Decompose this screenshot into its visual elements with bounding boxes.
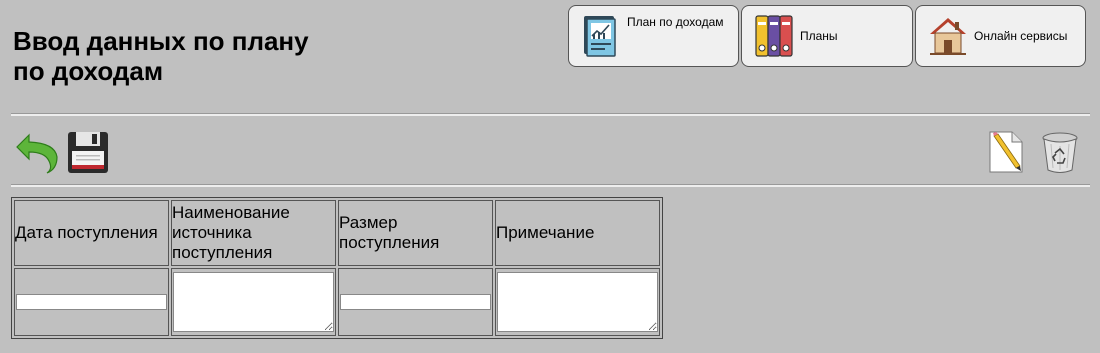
- cell-source: [171, 268, 336, 336]
- floppy-disk-icon[interactable]: [67, 131, 109, 174]
- binders-icon: [755, 15, 793, 57]
- report-chart-icon: [584, 16, 616, 57]
- income-plan-button[interactable]: План по доходам: [568, 5, 739, 67]
- house-icon: [930, 18, 966, 55]
- page-title: Ввод данных по плану по доходам: [13, 26, 309, 86]
- source-name-textarea[interactable]: [173, 272, 334, 332]
- edit-document-icon[interactable]: [986, 130, 1026, 174]
- date-input[interactable]: [16, 294, 167, 310]
- top-divider: [11, 113, 1090, 116]
- recycle-bin-icon[interactable]: [1041, 131, 1079, 174]
- online-services-button[interactable]: Онлайн сервисы: [915, 5, 1086, 67]
- income-data-table: Дата поступления Наименование источника …: [11, 197, 663, 339]
- header-date: Дата поступления: [14, 200, 169, 266]
- cell-amount: [338, 268, 493, 336]
- header-amount: Размер поступления: [338, 200, 493, 266]
- table-header-row: Дата поступления Наименование источника …: [14, 200, 660, 266]
- income-plan-label: План по доходам: [627, 15, 724, 29]
- plans-button[interactable]: Планы: [741, 5, 913, 67]
- amount-input[interactable]: [340, 294, 491, 310]
- cell-note: [495, 268, 660, 336]
- header-source: Наименование источника поступления: [171, 200, 336, 266]
- note-textarea[interactable]: [497, 272, 658, 332]
- online-services-label: Онлайн сервисы: [974, 29, 1068, 43]
- header-note: Примечание: [495, 200, 660, 266]
- plans-label: Планы: [800, 29, 838, 43]
- toolbar-divider: [11, 184, 1090, 187]
- table-row: [14, 268, 660, 336]
- undo-arrow-icon[interactable]: [15, 131, 59, 175]
- cell-date: [14, 268, 169, 336]
